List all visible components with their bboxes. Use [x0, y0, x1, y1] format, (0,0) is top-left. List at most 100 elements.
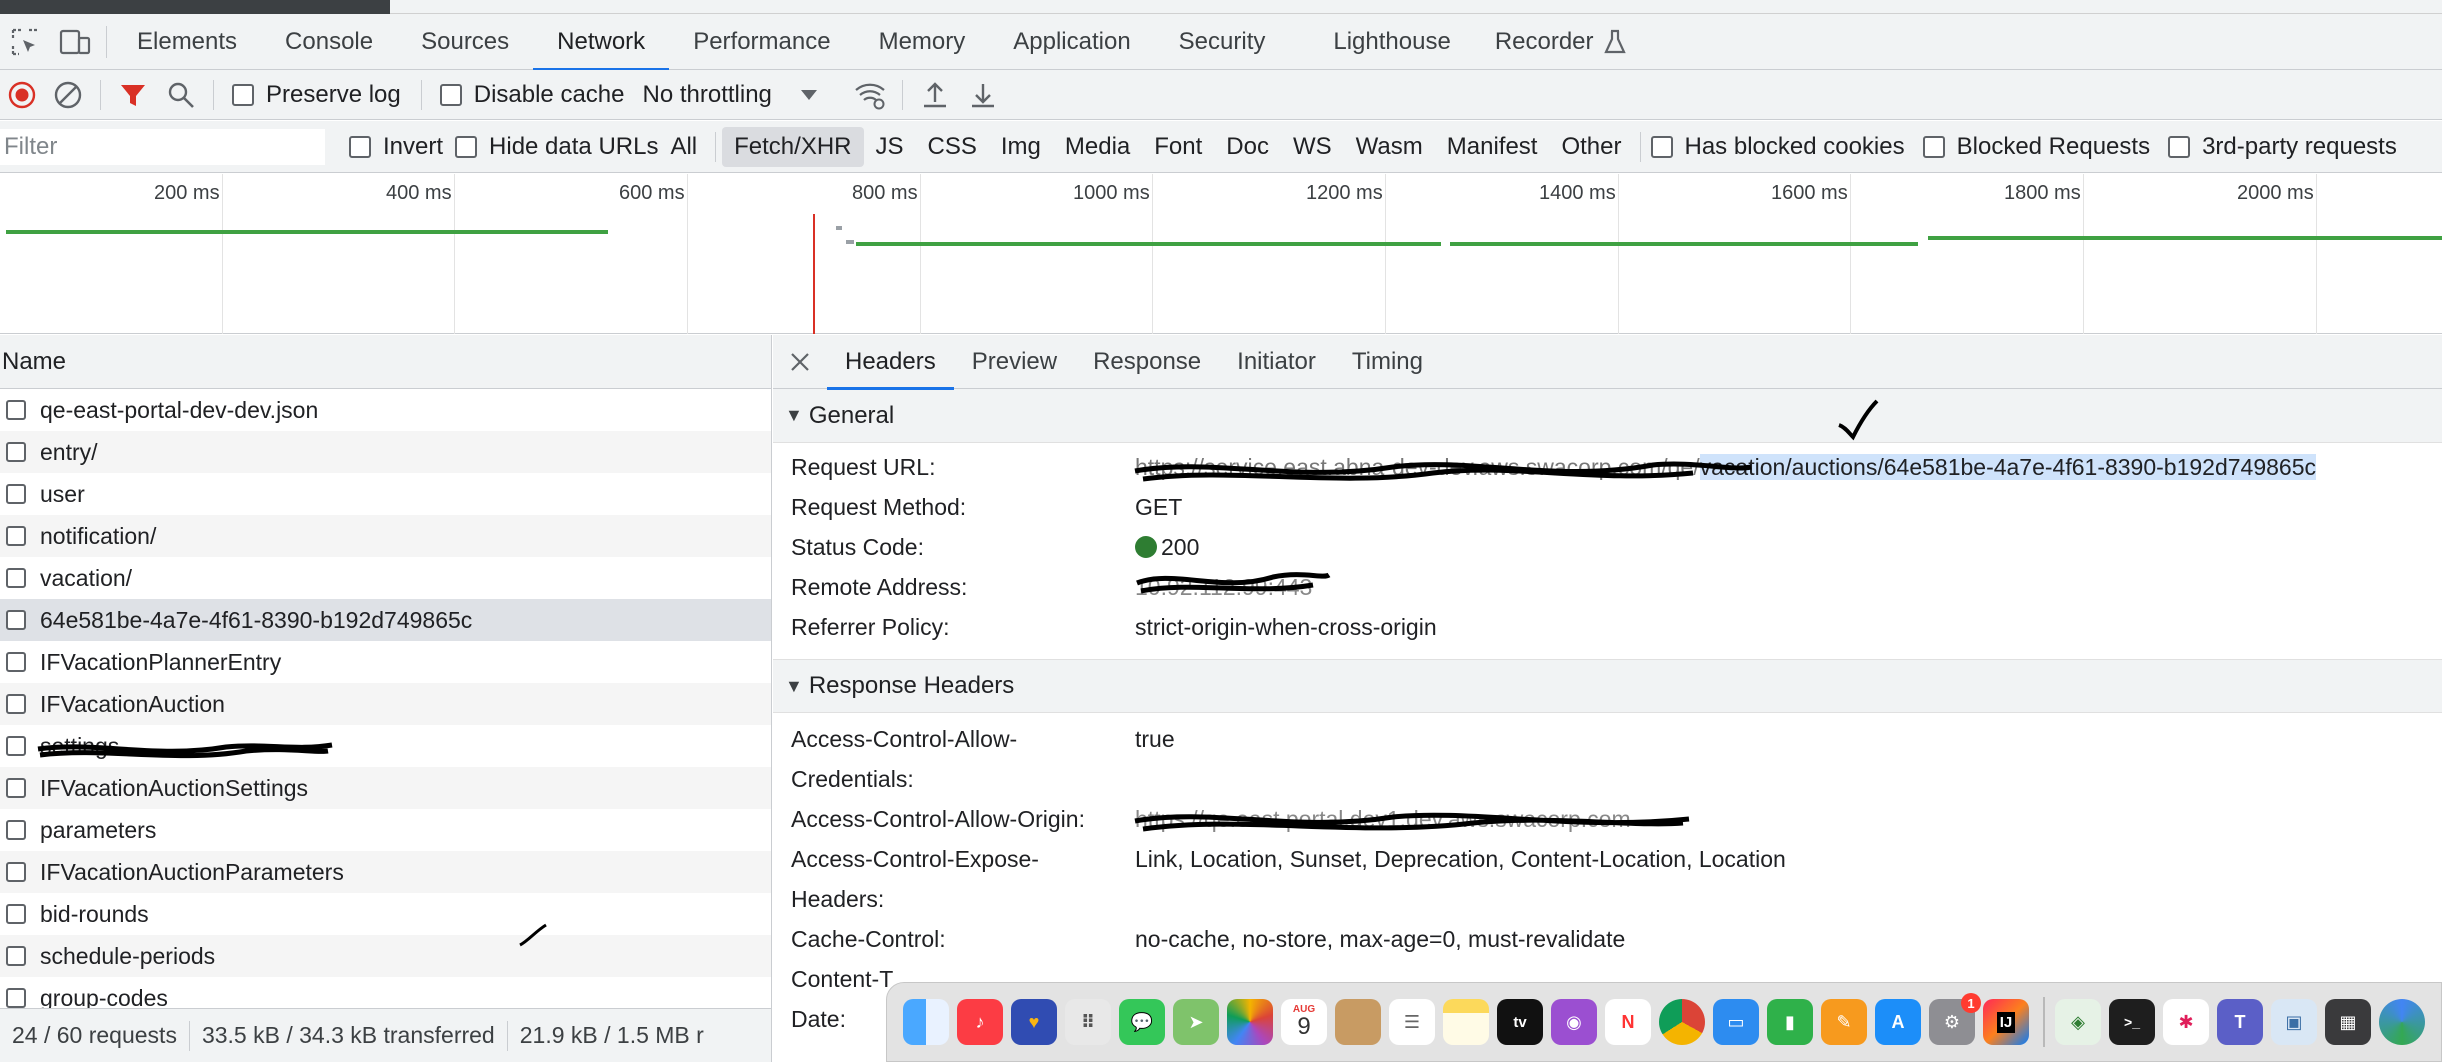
close-icon[interactable] — [773, 335, 827, 389]
filter-type-wasm[interactable]: Wasm — [1344, 127, 1435, 167]
request-row[interactable]: IFVacationAuctionSettings — [0, 767, 771, 809]
filter-type-doc[interactable]: Doc — [1214, 127, 1281, 167]
tab-console[interactable]: Console — [261, 14, 397, 70]
southwest-app-icon[interactable]: ♥ — [1011, 999, 1057, 1045]
request-row[interactable]: parameters — [0, 809, 771, 851]
filter-type-js[interactable]: JS — [864, 127, 916, 167]
inspect-element-icon[interactable] — [0, 14, 50, 70]
chrome-canary-icon[interactable] — [2379, 999, 2425, 1045]
notes-icon[interactable] — [1443, 999, 1489, 1045]
request-row[interactable]: qe-east-portal-dev-dev.json — [0, 389, 771, 431]
throttling-select[interactable]: No throttling — [642, 81, 817, 109]
tab-memory[interactable]: Memory — [855, 14, 990, 70]
row-checkbox[interactable] — [6, 400, 26, 420]
filter-type-other[interactable]: Other — [1549, 127, 1633, 167]
tab-preview[interactable]: Preview — [954, 335, 1075, 389]
tab-elements[interactable]: Elements — [113, 14, 261, 70]
export-har-icon[interactable] — [959, 70, 1007, 120]
finder-icon[interactable] — [903, 999, 949, 1045]
tab-performance[interactable]: Performance — [669, 14, 854, 70]
filter-type-css[interactable]: CSS — [916, 127, 989, 167]
preview-icon[interactable]: ▣ — [2271, 999, 2317, 1045]
photos-icon[interactable] — [1227, 999, 1273, 1045]
preserve-log-checkbox[interactable] — [232, 83, 254, 106]
hide-data-urls-checkbox[interactable] — [455, 135, 478, 158]
numbers-icon[interactable]: ▮ — [1767, 999, 1813, 1045]
request-row-selected[interactable]: 64e581be-4a7e-4f61-8390-b192d749865c — [0, 599, 771, 641]
filter-type-media[interactable]: Media — [1053, 127, 1142, 167]
tab-sources[interactable]: Sources — [397, 14, 533, 70]
tab-headers[interactable]: Headers — [827, 335, 954, 390]
filter-type-fetch-xhr[interactable]: Fetch/XHR — [722, 126, 864, 167]
row-checkbox[interactable] — [6, 568, 26, 588]
general-section-header[interactable]: ▼ General — [773, 389, 2442, 443]
system-settings-icon[interactable]: ⚙ 1 — [1929, 993, 1981, 1045]
launchpad-icon[interactable]: ⠿ — [1065, 999, 1111, 1045]
calculator-icon[interactable]: ▦ — [2325, 999, 2371, 1045]
row-checkbox[interactable] — [6, 904, 26, 924]
row-checkbox[interactable] — [6, 736, 26, 756]
calendar-icon[interactable]: AUG 9 — [1281, 999, 1327, 1045]
pages-icon[interactable]: ✎ — [1821, 999, 1867, 1045]
chrome-icon[interactable] — [1659, 999, 1705, 1045]
podcasts-icon[interactable]: ◉ — [1551, 999, 1597, 1045]
network-overview-timeline[interactable]: 200 ms 400 ms 600 ms 800 ms 1000 ms 1200… — [0, 174, 2442, 334]
tab-application[interactable]: Application — [989, 14, 1154, 70]
news-icon[interactable]: N — [1605, 999, 1651, 1045]
row-checkbox[interactable] — [6, 820, 26, 840]
filter-type-all[interactable]: All — [670, 127, 709, 167]
slack-icon[interactable]: ✱ — [2163, 999, 2209, 1045]
filter-funnel-icon[interactable] — [109, 70, 157, 120]
maps-icon[interactable]: ➤ — [1173, 999, 1219, 1045]
blocked-requests-checkbox[interactable] — [1922, 135, 1945, 158]
request-row[interactable]: schedule-periods — [0, 935, 771, 977]
search-icon[interactable] — [157, 70, 205, 120]
request-row[interactable]: vacation/ — [0, 557, 771, 599]
network-conditions-icon[interactable] — [846, 70, 894, 120]
row-checkbox[interactable] — [6, 610, 26, 630]
tab-network[interactable]: Network — [533, 14, 670, 71]
row-checkbox[interactable] — [6, 526, 26, 546]
filter-type-img[interactable]: Img — [989, 127, 1053, 167]
row-checkbox[interactable] — [6, 694, 26, 714]
request-row[interactable]: IFVacationAuction — [0, 683, 771, 725]
contacts-icon[interactable] — [1335, 999, 1381, 1045]
teams-icon[interactable]: T — [2217, 999, 2263, 1045]
filter-type-manifest[interactable]: Manifest — [1435, 127, 1550, 167]
apple-tv-icon[interactable]: tv — [1497, 999, 1543, 1045]
request-row[interactable]: bid-rounds — [0, 893, 771, 935]
row-checkbox[interactable] — [6, 484, 26, 504]
tab-initiator[interactable]: Initiator — [1219, 335, 1334, 389]
row-checkbox[interactable] — [6, 778, 26, 798]
tab-security[interactable]: Security — [1155, 14, 1290, 70]
tab-timing[interactable]: Timing — [1334, 335, 1441, 389]
device-toolbar-icon[interactable] — [50, 14, 100, 70]
request-row[interactable]: IFVacationAuctionParameters — [0, 851, 771, 893]
request-row[interactable]: IFVacationPlannerEntry — [0, 641, 771, 683]
record-stop-icon[interactable] — [0, 70, 44, 120]
tab-lighthouse[interactable]: Lighthouse — [1289, 14, 1474, 70]
filter-type-font[interactable]: Font — [1142, 127, 1214, 167]
column-header-name[interactable]: Name — [0, 335, 771, 389]
vpn-icon[interactable]: ◈ — [2055, 999, 2101, 1045]
keynote-icon[interactable]: ▭ — [1713, 999, 1759, 1045]
row-checkbox[interactable] — [6, 862, 26, 882]
row-checkbox[interactable] — [6, 988, 26, 1008]
app-store-icon[interactable]: A — [1875, 999, 1921, 1045]
music-icon[interactable]: ♪ — [957, 999, 1003, 1045]
row-checkbox[interactable] — [6, 946, 26, 966]
disable-cache-checkbox[interactable] — [439, 83, 462, 106]
filter-input[interactable] — [0, 128, 325, 165]
intellij-icon[interactable]: IJ — [1983, 999, 2029, 1045]
row-checkbox[interactable] — [6, 442, 26, 462]
tab-recorder[interactable]: Recorder — [1475, 14, 1602, 70]
invert-checkbox[interactable] — [349, 135, 371, 158]
messages-icon[interactable]: 💬 — [1119, 999, 1165, 1045]
terminal-icon[interactable]: >_ — [2109, 999, 2155, 1045]
import-har-icon[interactable] — [911, 70, 959, 120]
request-url-value[interactable]: https://service.east.abna-dev-dev.aws.sw… — [1135, 447, 2317, 487]
request-row[interactable]: user — [0, 473, 771, 515]
request-row[interactable]: notification/ — [0, 515, 771, 557]
response-headers-section-header[interactable]: ▼ Response Headers — [773, 659, 2442, 713]
request-row[interactable]: settings — [0, 725, 771, 767]
